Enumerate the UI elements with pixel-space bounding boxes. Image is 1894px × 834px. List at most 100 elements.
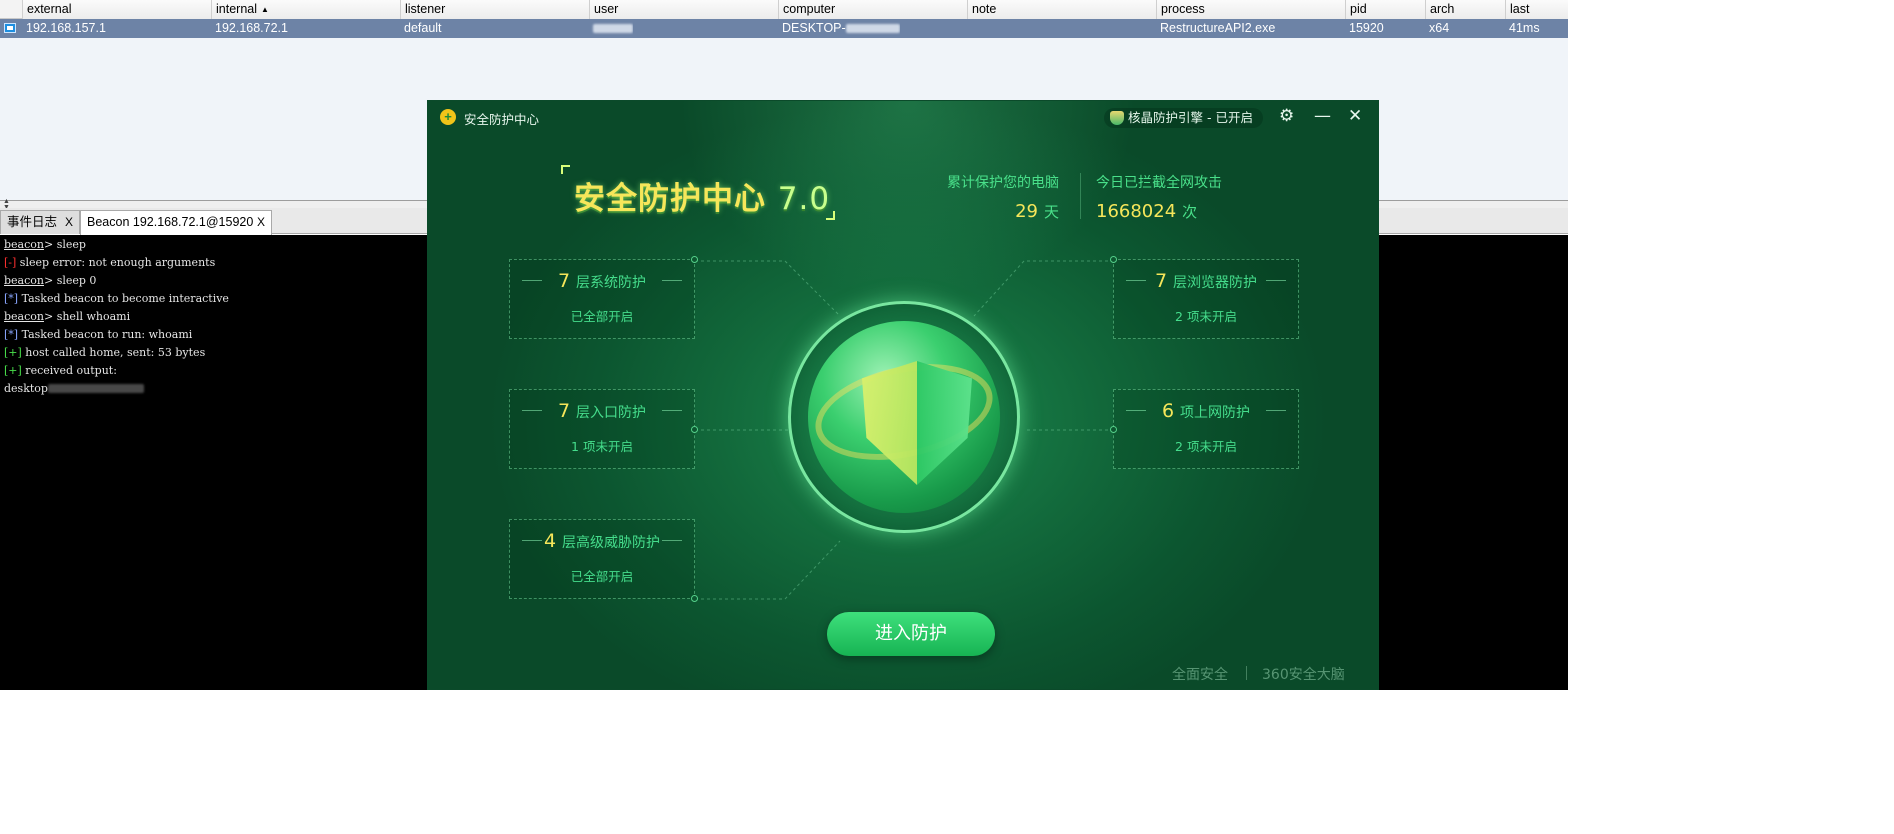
session-computer-icon [4,23,16,33]
column-label: note [972,2,997,16]
console-prompt: beacon [4,274,44,287]
footer-full-security: 全面安全 [1172,667,1228,683]
console-command: sleep [53,238,86,251]
cell-last: 41ms [1509,21,1540,35]
prompt-separator: > [43,310,54,323]
card-title: 7 层入口防护 [510,400,694,422]
card-label: 层高级威胁防护 [562,535,661,551]
column-computer[interactable]: computer [778,0,967,19]
console-text: Tasked beacon to run: whoami [18,328,193,341]
tab-label: Beacon 192.168.72.1@15920 [87,215,254,229]
console-text: Tasked beacon to become interactive [18,292,229,305]
column-arch[interactable]: arch [1425,0,1505,19]
card-browser-protection[interactable]: 7 层浏览器防护 2 项未开启 [1113,259,1299,339]
tab-event-log[interactable]: 事件日志 X [0,210,80,234]
column-listener[interactable]: listener [400,0,589,19]
console-line: [*] Tasked beacon to become interactive [4,290,229,308]
console-line: beacon> sleep [4,236,86,254]
security-center-window: + 安全防护中心 核晶防护引擎 - 已开启 ⚙ — ✕ 安全防护中心 7.0 累… [427,100,1379,690]
column-note[interactable]: note [967,0,1156,19]
footer-divider [1246,666,1247,680]
card-title: 6 项上网防护 [1114,400,1298,422]
column-label: arch [1430,2,1455,16]
column-label: listener [405,2,446,16]
card-title: 4 层高级威胁防护 [510,530,694,552]
computer-name: DESKTOP- [782,21,846,35]
console-command: shell whoami [53,310,131,323]
prompt-separator: > [43,238,54,251]
success-tag: [+] [4,364,22,377]
cell-listener: default [404,21,442,35]
console-output: desktop [4,382,48,395]
card-label: 层浏览器防护 [1173,275,1258,291]
card-internet-protection[interactable]: 6 项上网防护 2 项未开启 [1113,389,1299,469]
card-advanced-threat-protection[interactable]: 4 层高级威胁防护 已全部开启 [509,519,695,599]
card-status: 1 项未开启 [571,439,633,454]
column-label: external [27,2,72,16]
cell-user [589,19,633,38]
console-prompt: beacon [4,238,44,251]
column-internal[interactable]: internal ▲ [211,0,400,19]
column-label: computer [783,2,836,16]
card-number: 6 [1161,400,1175,422]
table-header: external internal ▲ listener user compute… [0,0,1568,19]
console-line: [-] sleep error: not enough arguments [4,254,215,272]
tab-label: 事件日志 [7,215,58,229]
console-line: desktop [4,380,144,398]
redacted-user [593,24,633,33]
console-command: sleep 0 [53,274,97,287]
console-prompt: beacon [4,310,44,323]
connector-dot [691,595,698,602]
error-tag: [-] [4,256,17,269]
cell-internal: 192.168.72.1 [215,21,288,35]
column-user[interactable]: user [589,0,778,19]
connector-dot [691,256,698,263]
card-status: 已全部开启 [570,569,634,584]
redacted-output [47,384,144,393]
footer-360-brain: 360安全大脑 [1262,667,1345,683]
column-process[interactable]: process [1156,0,1345,19]
card-number: 7 [557,270,571,292]
cell-pid: 15920 [1349,21,1384,35]
cell-external: 192.168.157.1 [26,21,106,35]
column-label: internal [216,2,257,16]
console-line: beacon> shell whoami [4,308,130,326]
column-external[interactable]: external [22,0,212,19]
redacted-computer [845,24,900,33]
console-text: host called home, sent: 53 bytes [21,346,206,359]
console-line: [+] host called home, sent: 53 bytes [4,344,205,362]
column-label: user [594,2,619,16]
connector-dot [691,426,698,433]
card-status: 2 项未开启 [1175,439,1237,454]
column-pid[interactable]: pid [1345,0,1425,19]
card-entry-protection[interactable]: 7 层入口防护 1 项未开启 [509,389,695,469]
console-line: beacon> sleep 0 [4,272,96,290]
card-label: 层入口防护 [576,405,647,421]
console-text: sleep error: not enough arguments [16,256,216,269]
card-number: 7 [557,400,571,422]
prompt-separator: > [43,274,54,287]
cell-note [967,19,971,38]
card-title: 7 层浏览器防护 [1114,270,1298,292]
column-last[interactable]: last [1505,0,1568,19]
card-label: 层系统防护 [576,275,647,291]
cell-process: RestructureAPI2.exe [1160,21,1276,35]
card-status: 已全部开启 [570,309,634,324]
column-label: last [1510,2,1530,16]
info-tag: [*] [4,328,19,341]
success-tag: [+] [4,346,22,359]
shield-orb [784,297,1024,537]
console-text: received output: [21,364,117,377]
cell-arch: x64 [1429,21,1450,35]
tab-close-icon[interactable]: X [257,211,265,233]
column-label: process [1161,2,1205,16]
column-label: pid [1350,2,1367,16]
tab-beacon[interactable]: Beacon 192.168.72.1@15920 X [80,210,272,235]
table-row[interactable]: 192.168.157.1 192.168.72.1 default DESKT… [0,19,1568,38]
card-status: 2 项未开启 [1175,309,1237,324]
connector-dot [1110,256,1117,263]
enter-protection-button[interactable]: 进入防护 [827,612,995,656]
tab-close-icon[interactable]: X [65,211,73,233]
card-number: 4 [543,530,557,552]
card-system-protection[interactable]: 7 层系统防护 已全部开启 [509,259,695,339]
